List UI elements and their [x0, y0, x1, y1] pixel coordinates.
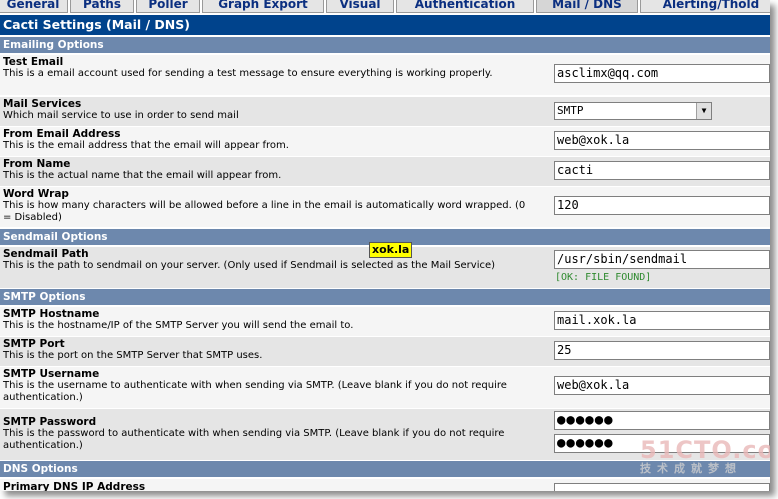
from-email-desc: This is the email address that the email… — [3, 140, 289, 151]
tab-graph-export[interactable]: Graph Export — [202, 0, 324, 13]
tab-mail-dns[interactable]: Mail / DNS — [536, 0, 638, 13]
tab-authentication[interactable]: Authentication — [396, 0, 534, 13]
section-smtp-options: SMTP Options — [0, 289, 770, 305]
row-test-email: Test Email This is a email account used … — [0, 55, 770, 95]
row-smtp-port: SMTP Port This is the port on the SMTP S… — [0, 337, 770, 366]
smtp-password-input[interactable]: ●●●●●● — [554, 411, 770, 430]
smtp-port-label: SMTP Port This is the port on the SMTP S… — [3, 338, 533, 362]
primary-dns-input[interactable] — [554, 483, 770, 491]
sendmail-path-status: [OK: FILE FOUND] — [555, 272, 652, 283]
test-email-input[interactable]: asclimx@qq.com — [554, 64, 770, 83]
row-primary-dns: Primary DNS IP Address — [0, 479, 770, 491]
smtp-username-name: SMTP Username — [3, 368, 100, 380]
mail-services-label: Mail Services Which mail service to use … — [3, 98, 533, 122]
smtp-port-input[interactable]: 25 — [554, 341, 770, 360]
tooltip: xok.la — [369, 242, 413, 258]
word-wrap-label: Word Wrap This is how many characters wi… — [3, 188, 533, 224]
tab-bar: General Paths Poller Graph Export Visual… — [0, 0, 770, 13]
smtp-username-input[interactable]: web@xok.la — [554, 376, 770, 395]
page-title: Cacti Settings (Mail / DNS) — [0, 15, 770, 35]
from-name-input[interactable]: cacti — [554, 161, 770, 180]
row-mail-services: Mail Services Which mail service to use … — [0, 97, 770, 126]
mail-services-value: SMTP — [557, 104, 584, 117]
from-name-name: From Name — [3, 158, 71, 170]
from-email-name: From Email Address — [3, 128, 121, 140]
smtp-username-label: SMTP Username This is the username to au… — [3, 368, 533, 404]
from-email-label: From Email Address This is the email add… — [3, 128, 533, 152]
tab-paths[interactable]: Paths — [70, 0, 134, 13]
primary-dns-name: Primary DNS IP Address — [3, 481, 146, 491]
test-email-name: Test Email — [3, 56, 64, 68]
chevron-down-icon[interactable]: ▼ — [696, 103, 711, 119]
watermark-logo: 51CTO.com 技术成就梦想 — [640, 436, 770, 476]
word-wrap-name: Word Wrap — [3, 188, 69, 200]
smtp-port-desc: This is the port on the SMTP Server that… — [3, 350, 263, 361]
smtp-password-label: SMTP Password This is the password to au… — [3, 416, 533, 452]
from-name-label: From Name This is the actual name that t… — [3, 158, 533, 182]
settings-window: General Paths Poller Graph Export Visual… — [0, 0, 770, 491]
word-wrap-input[interactable]: 120 — [554, 196, 770, 215]
tab-visual[interactable]: Visual — [326, 0, 394, 13]
row-smtp-username: SMTP Username This is the username to au… — [0, 367, 770, 408]
sendmail-path-input[interactable]: /usr/sbin/sendmail — [554, 250, 770, 269]
row-smtp-hostname: SMTP Hostname This is the hostname/IP of… — [0, 307, 770, 336]
smtp-username-desc: This is the username to authenticate wit… — [3, 380, 507, 403]
mail-services-name: Mail Services — [3, 98, 82, 110]
word-wrap-desc: This is how many characters will be allo… — [3, 200, 526, 223]
from-name-desc: This is the actual name that the email w… — [3, 170, 282, 181]
sendmail-path-name: Sendmail Path — [3, 248, 89, 260]
section-emailing-options: Emailing Options — [0, 37, 770, 53]
row-from-name: From Name This is the actual name that t… — [0, 157, 770, 186]
smtp-hostname-input[interactable]: mail.xok.la — [554, 311, 770, 330]
smtp-password-desc: This is the password to authenticate wit… — [3, 428, 505, 451]
mail-services-select[interactable]: SMTP ▼ — [554, 102, 712, 120]
sendmail-path-desc: This is the path to sendmail on your ser… — [3, 260, 496, 271]
from-email-input[interactable]: web@xok.la — [554, 131, 770, 150]
smtp-password-name: SMTP Password — [3, 416, 97, 428]
tab-alerting-thold[interactable]: Alerting/Thold — [640, 0, 770, 13]
smtp-port-name: SMTP Port — [3, 338, 65, 350]
smtp-hostname-name: SMTP Hostname — [3, 308, 100, 320]
test-email-desc: This is a email account used for sending… — [3, 68, 493, 79]
tab-general[interactable]: General — [0, 0, 68, 13]
smtp-hostname-desc: This is the hostname/IP of the SMTP Serv… — [3, 320, 354, 331]
sendmail-path-label: Sendmail Path This is the path to sendma… — [3, 248, 533, 272]
mail-services-desc: Which mail service to use in order to se… — [3, 110, 239, 121]
tab-poller[interactable]: Poller — [136, 0, 200, 13]
test-email-label: Test Email This is a email account used … — [3, 56, 533, 80]
row-word-wrap: Word Wrap This is how many characters wi… — [0, 187, 770, 227]
primary-dns-label: Primary DNS IP Address — [3, 481, 533, 491]
smtp-hostname-label: SMTP Hostname This is the hostname/IP of… — [3, 308, 533, 332]
row-from-email: From Email Address This is the email add… — [0, 127, 770, 156]
